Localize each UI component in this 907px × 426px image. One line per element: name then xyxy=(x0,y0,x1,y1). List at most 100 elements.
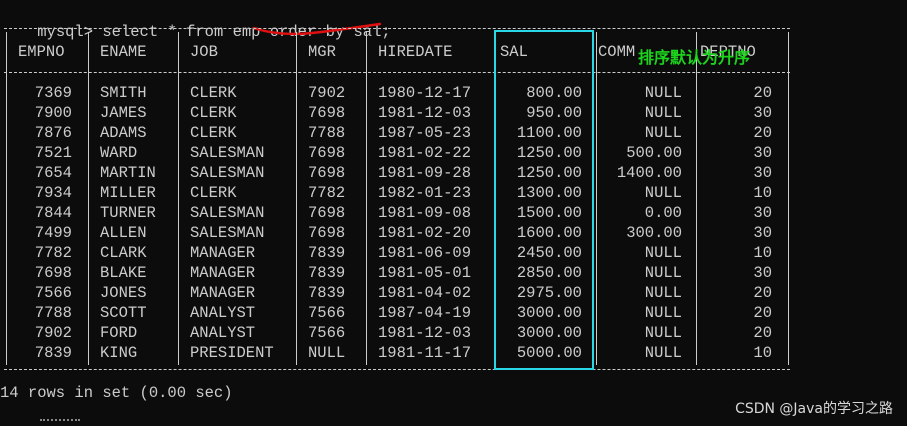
prompt: mysql> xyxy=(37,23,94,41)
table-cell-comm: NULL xyxy=(644,244,682,262)
table-row: 7566 JONES MANAGER 7839 1981-04-02 2975.00 NUL… xyxy=(0,283,800,303)
table-cell-empno: 7844 xyxy=(34,204,72,222)
table-cell-hiredate: 1981-09-08 xyxy=(378,204,472,222)
table-cell-ename: JAMES xyxy=(100,104,147,122)
table-cell-comm: NULL xyxy=(644,344,682,362)
table-row: 7782 CLARK MANAGER 7839 1981-06-09 2450.00 NUL… xyxy=(0,243,800,263)
result-summary: 14 rows in set (0.00 sec) xyxy=(0,384,233,402)
table-cell-job: MANAGER xyxy=(190,264,256,282)
table-cell-ename: KING xyxy=(100,344,138,362)
table-cell-job: CLERK xyxy=(190,124,237,142)
table-cell-mgr: 7698 xyxy=(308,204,346,222)
table-cell-hiredate: 1981-09-28 xyxy=(378,164,472,182)
table-cell-ename: WARD xyxy=(100,144,138,162)
table-cell-job: CLERK xyxy=(190,84,237,102)
table-cell-mgr: 7839 xyxy=(308,244,346,262)
table-cell-empno: 7499 xyxy=(34,224,72,242)
table-cell-ename: MILLER xyxy=(100,184,156,202)
table-cell-job: CLERK xyxy=(190,184,237,202)
table-row: 7788 SCOTT ANALYST 7566 1987-04-19 3000.00 NUL… xyxy=(0,303,800,323)
column-header-empno: EMPNO xyxy=(18,43,65,61)
cursor xyxy=(40,419,80,423)
sort-annotation: 排序默认为升序 xyxy=(638,48,751,67)
table-cell-comm: NULL xyxy=(644,324,682,342)
column-header-mgr: MGR xyxy=(308,43,336,61)
column-header-hiredate: HIREDATE xyxy=(378,43,453,61)
table-cell-hiredate: 1981-06-09 xyxy=(378,244,472,262)
table-cell-job: SALESMAN xyxy=(190,164,265,182)
table-cell-comm: NULL xyxy=(644,124,682,142)
table-top-border xyxy=(4,28,790,29)
table-cell-deptno: 30 xyxy=(753,104,772,122)
table-cell-ename: JONES xyxy=(100,284,147,302)
table-cell-hiredate: 1981-04-02 xyxy=(378,284,472,302)
table-bottom-border xyxy=(4,369,790,370)
table-cell-hiredate: 1981-02-22 xyxy=(378,144,472,162)
terminal-window[interactable]: mysql> select * from emp order by sal; E… xyxy=(0,0,907,426)
table-row: 7499 ALLEN SALESMAN 7698 1981-02-20 1600.00 30… xyxy=(0,223,800,243)
table-cell-comm: 300.00 xyxy=(626,224,682,242)
column-header-comm: COMM xyxy=(598,43,636,61)
table-cell-ename: SCOTT xyxy=(100,304,147,322)
table-cell-empno: 7369 xyxy=(34,84,72,102)
table-row: 7698 BLAKE MANAGER 7839 1981-05-01 2850.00 NUL… xyxy=(0,263,800,283)
table-cell-job: PRESIDENT xyxy=(190,344,274,362)
table-cell-comm: NULL xyxy=(644,304,682,322)
table-cell-mgr: 7698 xyxy=(308,104,346,122)
table-cell-ename: BLAKE xyxy=(100,264,147,282)
table-cell-comm: NULL xyxy=(644,184,682,202)
table-row: 7844 TURNER SALESMAN 7698 1981-09-08 1500.00 0… xyxy=(0,203,800,223)
watermark: CSDN @Java的学习之路 xyxy=(735,401,893,417)
table-cell-deptno: 30 xyxy=(753,164,772,182)
table-cell-mgr: 7566 xyxy=(308,324,346,342)
table-cell-deptno: 20 xyxy=(753,304,772,322)
table-cell-mgr: 7839 xyxy=(308,284,346,302)
table-cell-deptno: 20 xyxy=(753,84,772,102)
table-cell-comm: 1400.00 xyxy=(616,164,682,182)
table-cell-deptno: 20 xyxy=(753,324,772,342)
table-cell-deptno: 20 xyxy=(753,284,772,302)
table-cell-comm: NULL xyxy=(644,104,682,122)
table-cell-deptno: 10 xyxy=(753,244,772,262)
table-row: 7876 ADAMS CLERK 7788 1987-05-23 1100.00 NULL 2… xyxy=(0,123,800,143)
table-row: 7934 MILLER CLERK 7782 1982-01-23 1300.00 NULL… xyxy=(0,183,800,203)
table-cell-deptno: 30 xyxy=(753,264,772,282)
sal-column-highlight xyxy=(494,30,594,370)
table-cell-job: ANALYST xyxy=(190,324,256,342)
table-cell-hiredate: 1981-02-20 xyxy=(378,224,472,242)
table-cell-ename: FORD xyxy=(100,324,138,342)
table-cell-comm: 0.00 xyxy=(644,204,682,222)
table-row: 7902 FORD ANALYST 7566 1981-12-03 3000.00 NULL… xyxy=(0,323,800,343)
red-underline-annotation xyxy=(252,22,382,36)
table-cell-job: SALESMAN xyxy=(190,144,265,162)
table-cell-empno: 7876 xyxy=(34,124,72,142)
table-cell-job: SALESMAN xyxy=(190,204,265,222)
table-cell-mgr: 7566 xyxy=(308,304,346,322)
table-cell-empno: 7521 xyxy=(34,144,72,162)
table-cell-mgr: 7698 xyxy=(308,144,346,162)
table-cell-empno: 7654 xyxy=(34,164,72,182)
column-header-ename: ENAME xyxy=(100,43,147,61)
table-cell-comm: 500.00 xyxy=(626,144,682,162)
table-cell-mgr: NULL xyxy=(308,344,346,362)
table-cell-mgr: 7782 xyxy=(308,184,346,202)
command-line: mysql> select * from emp order by sal; xyxy=(0,2,390,41)
table-cell-ename: TURNER xyxy=(100,204,156,222)
table-cell-empno: 7902 xyxy=(34,324,72,342)
table-cell-empno: 7788 xyxy=(34,304,72,322)
table-cell-hiredate: 1987-04-19 xyxy=(378,304,472,322)
table-cell-comm: NULL xyxy=(644,264,682,282)
table-row: 7839 KING PRESIDENT NULL 1981-11-17 5000.00 NU… xyxy=(0,343,800,363)
column-header-job: JOB xyxy=(190,43,218,61)
table-cell-ename: MARTIN xyxy=(100,164,156,182)
table-cell-hiredate: 1981-11-17 xyxy=(378,344,472,362)
table-cell-ename: CLARK xyxy=(100,244,147,262)
table-cell-comm: NULL xyxy=(644,284,682,302)
table-header-border xyxy=(4,72,790,73)
table-cell-mgr: 7698 xyxy=(308,164,346,182)
table-cell-deptno: 30 xyxy=(753,204,772,222)
table-cell-hiredate: 1981-12-03 xyxy=(378,324,472,342)
table-cell-mgr: 7839 xyxy=(308,264,346,282)
table-cell-job: MANAGER xyxy=(190,284,256,302)
table-row: 7654 MARTIN SALESMAN 7698 1981-09-28 1250.00 1… xyxy=(0,163,800,183)
